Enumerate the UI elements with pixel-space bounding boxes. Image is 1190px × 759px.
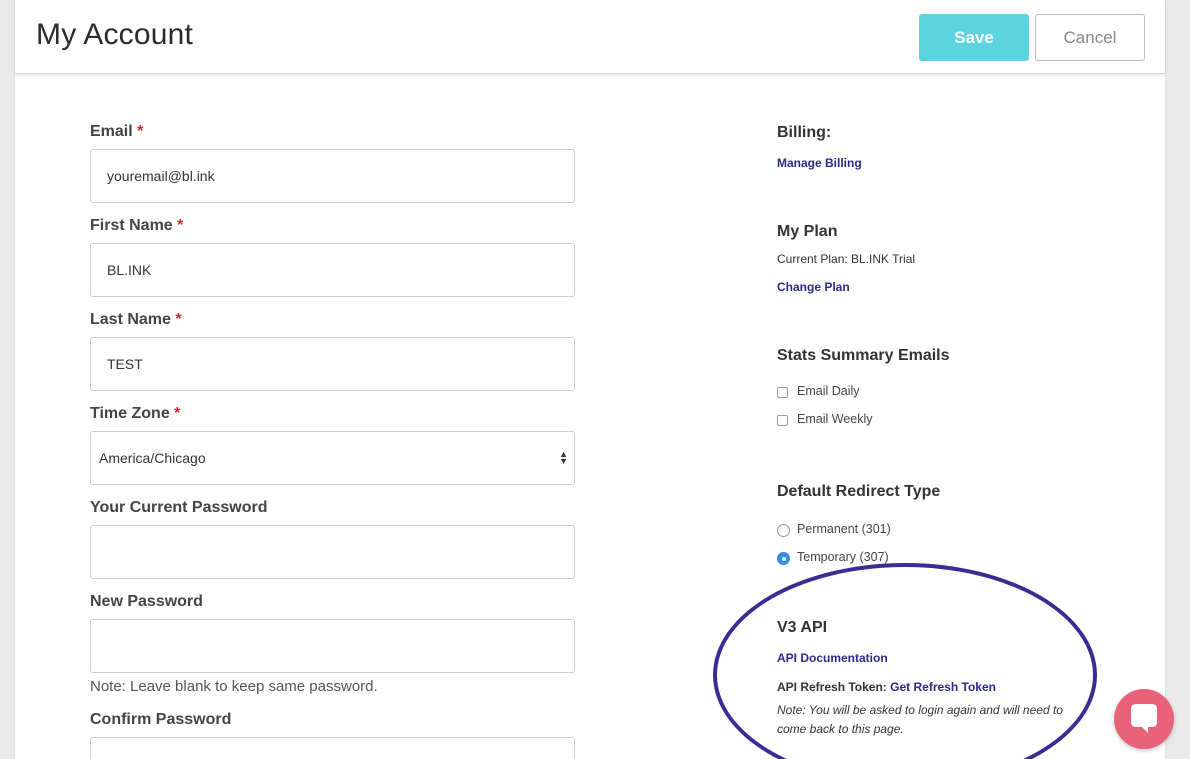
last-name-field[interactable]: TEST <box>90 337 575 391</box>
time-zone-value: America/Chicago <box>99 450 206 466</box>
required-mark: * <box>137 123 144 140</box>
last-name-label-text: Last Name <box>90 311 171 328</box>
plan-title: My Plan <box>777 223 838 240</box>
new-password-label: New Password <box>90 593 203 610</box>
page-header: My Account Save Cancel <box>15 0 1165 74</box>
required-mark: * <box>177 217 184 234</box>
manage-billing-link[interactable]: Manage Billing <box>777 156 862 170</box>
email-label-text: Email <box>90 123 133 140</box>
email-weekly-label: Email Weekly <box>797 412 873 426</box>
email-field[interactable]: youremail@bl.ink <box>90 149 575 203</box>
current-password-label: Your Current Password <box>90 499 268 516</box>
stats-title: Stats Summary Emails <box>777 347 950 364</box>
permanent-option[interactable]: Permanent (301) <box>777 520 891 537</box>
password-note: Note: Leave blank to keep same password. <box>90 678 378 695</box>
current-password-field[interactable] <box>90 525 575 579</box>
email-weekly-option[interactable]: Email Weekly <box>777 412 872 426</box>
email-label: Email * <box>90 123 143 141</box>
temporary-radio[interactable] <box>777 552 790 565</box>
first-name-label-text: First Name <box>90 217 173 234</box>
cancel-button[interactable]: Cancel <box>1035 14 1145 61</box>
new-password-field[interactable] <box>90 619 575 673</box>
change-plan-link[interactable]: Change Plan <box>777 280 850 294</box>
save-button[interactable]: Save <box>919 14 1029 61</box>
current-plan-text: Current Plan: BL.INK Trial <box>777 252 916 266</box>
temporary-option[interactable]: Temporary (307) <box>777 548 889 565</box>
first-name-label: First Name * <box>90 217 183 235</box>
first-name-field[interactable]: BL.INK <box>90 243 575 297</box>
email-weekly-checkbox[interactable] <box>777 415 788 426</box>
last-name-label: Last Name * <box>90 311 182 329</box>
chat-button[interactable] <box>1114 689 1174 749</box>
email-daily-label: Email Daily <box>797 384 860 398</box>
billing-title: Billing: <box>777 124 832 141</box>
email-daily-checkbox[interactable] <box>777 387 788 398</box>
chat-bubble-icon <box>1131 704 1157 733</box>
time-zone-select[interactable]: America/Chicago ▲ ▼ <box>90 431 575 485</box>
permanent-radio[interactable] <box>777 524 790 537</box>
page-title: My Account <box>36 18 194 51</box>
select-arrows-icon: ▲ ▼ <box>559 449 568 466</box>
email-daily-option[interactable]: Email Daily <box>777 384 860 398</box>
confirm-password-label: Confirm Password <box>90 711 232 728</box>
temporary-label: Temporary (307) <box>797 549 889 564</box>
redirect-title: Default Redirect Type <box>777 483 941 500</box>
time-zone-label: Time Zone * <box>90 405 180 423</box>
required-mark: * <box>174 405 181 422</box>
time-zone-label-text: Time Zone <box>90 405 170 422</box>
permanent-label: Permanent (301) <box>797 521 891 536</box>
required-mark: * <box>175 311 182 328</box>
confirm-password-field[interactable] <box>90 737 575 759</box>
